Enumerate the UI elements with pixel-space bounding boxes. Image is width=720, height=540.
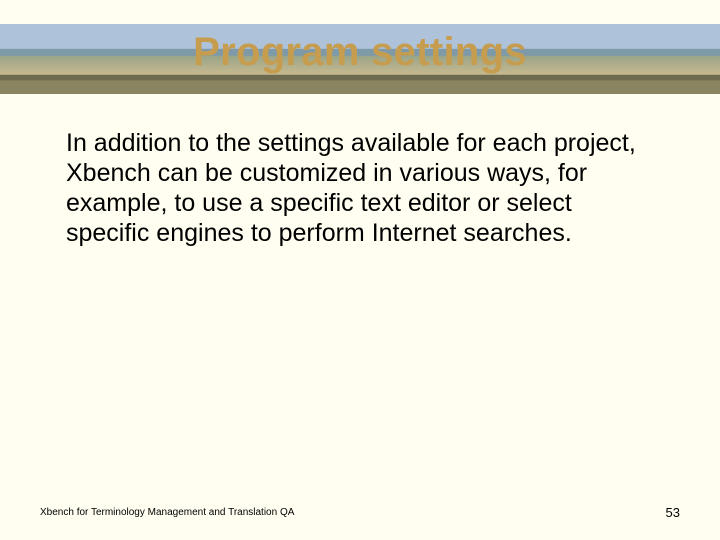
footer-left: Xbench for Terminology Management and Tr…: [40, 507, 294, 518]
slide-title: Program settings: [0, 30, 720, 75]
slide: Program settings In addition to the sett…: [0, 0, 720, 540]
body-text: In addition to the settings available fo…: [66, 128, 646, 248]
page-number: 53: [666, 505, 680, 520]
